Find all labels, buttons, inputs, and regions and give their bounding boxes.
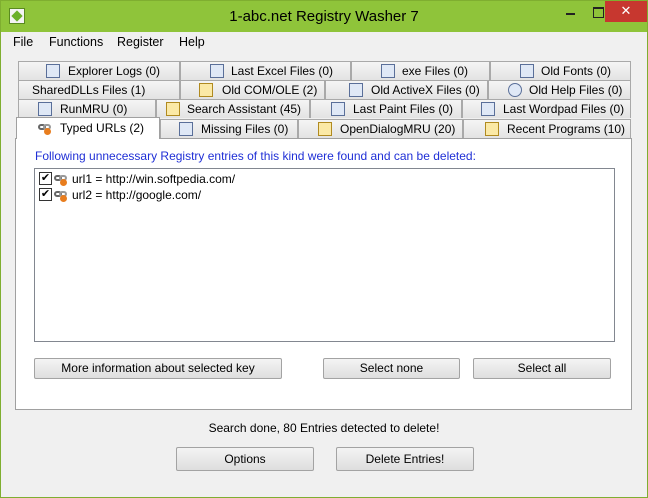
- tab-shareddlls-files[interactable]: SharedDLLs Files (1): [18, 80, 180, 99]
- link-icon: [54, 189, 68, 202]
- tab-label: Last Excel Files (0): [231, 64, 334, 78]
- tab-label: Old ActiveX Files (0): [371, 83, 480, 97]
- tab-label: OpenDialogMRU (20): [340, 122, 456, 136]
- list-item[interactable]: ✔ url2 = http://google.com/: [39, 187, 439, 203]
- warning-folder-icon: [199, 83, 213, 97]
- tab-last-excel-files[interactable]: Last Excel Files (0): [180, 61, 351, 80]
- tab-label: exe Files (0): [402, 64, 469, 78]
- entry-checkbox[interactable]: ✔: [39, 188, 52, 201]
- tab-label: Last Wordpad Files (0): [503, 102, 625, 116]
- help-icon: [508, 83, 522, 97]
- tab-missing-files[interactable]: Missing Files (0): [160, 119, 298, 138]
- font-icon: [520, 64, 534, 78]
- tab-label: Search Assistant (45): [187, 102, 302, 116]
- options-button[interactable]: Options: [176, 447, 314, 471]
- tab-last-wordpad-files[interactable]: Last Wordpad Files (0): [462, 99, 631, 118]
- close-button[interactable]: ✕: [605, 1, 647, 22]
- run-icon: [38, 102, 52, 116]
- tab-old-help-files[interactable]: Old Help Files (0): [488, 80, 631, 99]
- tab-last-paint-files[interactable]: Last Paint Files (0): [310, 99, 462, 118]
- tab-label: Old Help Files (0): [529, 83, 623, 97]
- document-icon: [46, 64, 60, 78]
- info-text: Following unnecessary Registry entries o…: [35, 149, 476, 163]
- tab-label: RunMRU (0): [60, 102, 128, 116]
- tab-label: Missing Files (0): [201, 122, 289, 136]
- tab-search-assistant[interactable]: Search Assistant (45): [156, 99, 310, 118]
- tab-old-fonts[interactable]: Old Fonts (0): [490, 61, 631, 80]
- menu-help[interactable]: Help: [179, 35, 205, 49]
- window-title: 1-abc.net Registry Washer 7: [229, 8, 419, 25]
- status-text: Search done, 80 Entries detected to dele…: [208, 421, 440, 435]
- entry-checkbox[interactable]: ✔: [39, 172, 52, 185]
- tab-recent-programs[interactable]: Recent Programs (10): [463, 119, 631, 138]
- missing-file-icon: [179, 122, 193, 136]
- wordpad-icon: [481, 102, 495, 116]
- tab-old-activex-files[interactable]: Old ActiveX Files (0): [325, 80, 488, 99]
- delete-entries-button[interactable]: Delete Entries!: [336, 447, 474, 471]
- title-bar[interactable]: 1-abc.net Registry Washer 7 ✕: [1, 1, 647, 32]
- menu-register[interactable]: Register: [117, 35, 164, 49]
- menu-file[interactable]: File: [13, 35, 33, 49]
- search-icon: [166, 102, 180, 116]
- entry-text: url1 = http://win.softpedia.com/: [72, 172, 236, 186]
- link-icon: [38, 122, 52, 135]
- menu-functions[interactable]: Functions: [49, 35, 103, 49]
- tab-label: Recent Programs (10): [507, 122, 626, 136]
- tab-panel: Following unnecessary Registry entries o…: [15, 138, 632, 410]
- menu-bar: File Functions Register Help: [1, 32, 647, 52]
- entries-list[interactable]: ✔ url1 = http://win.softpedia.com/ ✔ url…: [34, 168, 615, 342]
- tab-old-com-ole[interactable]: Old COM/OLE (2): [180, 80, 325, 99]
- tab-label: Explorer Logs (0): [68, 64, 161, 78]
- tab-label: Old COM/OLE (2): [222, 83, 318, 97]
- tab-label: Last Paint Files (0): [353, 102, 454, 116]
- spreadsheet-icon: [210, 64, 224, 78]
- tab-runmru[interactable]: RunMRU (0): [18, 99, 156, 118]
- tab-label: Old Fonts (0): [541, 64, 612, 78]
- tab-label: SharedDLLs Files (1): [32, 83, 146, 97]
- select-none-button[interactable]: Select none: [323, 358, 460, 379]
- tab-exe-files[interactable]: exe Files (0): [351, 61, 490, 80]
- select-all-button[interactable]: Select all: [473, 358, 611, 379]
- paint-icon: [331, 102, 345, 116]
- entry-text: url2 = http://google.com/: [72, 188, 202, 202]
- warning-folder-icon: [318, 122, 332, 136]
- list-item[interactable]: ✔ url1 = http://win.softpedia.com/: [39, 171, 439, 187]
- app-window: 1-abc.net Registry Washer 7 ✕ File Funct…: [0, 0, 648, 498]
- component-icon: [349, 83, 363, 97]
- tab-typed-urls[interactable]: Typed URLs (2): [16, 117, 160, 139]
- more-info-button[interactable]: More information about selected key: [34, 358, 282, 379]
- link-icon: [54, 173, 68, 186]
- folder-icon: [485, 122, 499, 136]
- tab-explorer-logs[interactable]: Explorer Logs (0): [18, 61, 180, 80]
- tab-opendialogmru[interactable]: OpenDialogMRU (20): [298, 119, 463, 138]
- window-icon: [381, 64, 395, 78]
- tab-label: Typed URLs (2): [60, 121, 145, 135]
- minimize-button[interactable]: [557, 1, 584, 22]
